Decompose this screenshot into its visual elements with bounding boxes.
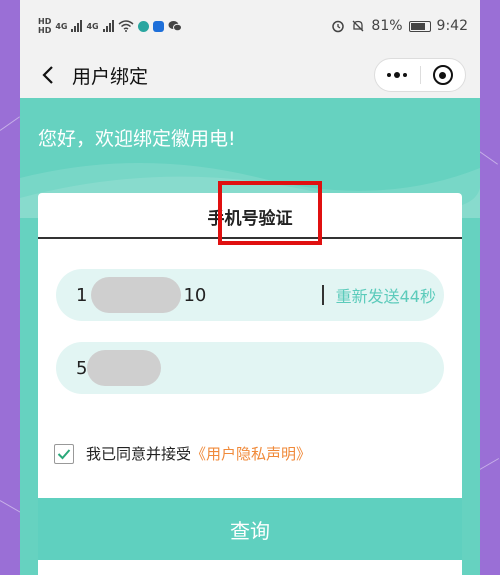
app-notification-icon — [137, 20, 149, 32]
network-label-2: 4G — [86, 21, 99, 31]
verification-card: 手机号验证 1 10 重新发送44秒 5 我已同意并接受 《用户隐私声明》 查询 — [38, 181, 462, 575]
battery-percent: 81% — [371, 18, 403, 34]
agreement-row: 我已同意并接受 《用户隐私声明》 — [54, 443, 311, 464]
code-prefix: 5 — [76, 357, 88, 379]
network-label-1: 4G — [55, 21, 68, 31]
agree-text: 我已同意并接受 — [86, 445, 192, 463]
mute-bell-icon — [352, 20, 364, 32]
close-mini-program-button[interactable] — [421, 59, 466, 91]
frame-decoration — [477, 458, 500, 471]
hd-indicator: HD HD — [38, 17, 52, 35]
battery-icon — [408, 20, 431, 32]
redacted-code — [87, 350, 162, 386]
title-divider — [38, 237, 462, 239]
check-icon — [57, 448, 71, 459]
field-separator — [321, 285, 324, 305]
redacted-phone — [91, 277, 182, 313]
status-right: 81% 9:42 — [331, 18, 468, 34]
nav-bar: 用户绑定 — [20, 52, 480, 98]
query-button[interactable]: 查询 — [38, 498, 462, 560]
page-title: 用户绑定 — [72, 65, 149, 88]
phone-input[interactable]: 1 10 重新发送44秒 — [56, 269, 444, 321]
mini-program-capsule — [374, 58, 466, 92]
clock: 9:42 — [436, 18, 468, 34]
signal-icon — [71, 20, 83, 32]
close-target-icon — [432, 65, 453, 85]
agree-checkbox[interactable] — [54, 443, 74, 464]
verification-code-input[interactable]: 5 — [56, 342, 444, 394]
status-left: HD HD 4G 4G — [38, 17, 182, 35]
frame-decoration — [477, 150, 498, 165]
phone-screen: HD HD 4G 4G 81% 9:42 用户绑定 您好，欢迎绑定徽用电! 手机… — [20, 0, 480, 575]
back-icon[interactable] — [34, 61, 62, 89]
resend-code-button[interactable]: 重新发送44秒 — [336, 283, 436, 307]
phone-suffix: 10 — [183, 284, 207, 306]
status-bar: HD HD 4G 4G 81% 9:42 — [20, 0, 480, 52]
frame-decoration — [0, 500, 22, 513]
alarm-icon — [332, 20, 345, 33]
frame-decoration — [0, 116, 20, 131]
phone-prefix: 1 — [76, 284, 88, 306]
wechat-icon — [168, 21, 182, 32]
signal-icon — [102, 20, 114, 32]
card-title: 手机号验证 — [207, 208, 293, 229]
more-icon — [387, 72, 408, 78]
wifi-icon — [118, 20, 134, 32]
app-notification-icon — [152, 20, 164, 32]
privacy-policy-link[interactable]: 《用户隐私声明》 — [191, 443, 311, 464]
more-button[interactable] — [375, 59, 420, 91]
